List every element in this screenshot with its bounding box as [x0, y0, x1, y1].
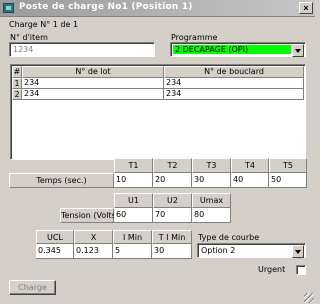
tension-umax-field[interactable]: 80	[192, 208, 231, 223]
temps-header-t4: T4	[231, 158, 269, 173]
tension-header-umax: Umax	[192, 193, 231, 208]
tension-label: Tension (Volts)	[60, 208, 119, 223]
tension-header-u2: U2	[153, 193, 192, 208]
temps-t1-field[interactable]: 10	[114, 173, 153, 188]
item-label: N° d'item	[10, 33, 48, 42]
chevron-down-icon	[295, 49, 301, 53]
charge-counter: Charge N° 1 de 1	[9, 20, 79, 29]
programme-select[interactable]: 2 DECAPAGE (OPI)	[170, 42, 306, 57]
temps-header-t5: T5	[269, 158, 307, 173]
row-number: 2	[12, 89, 22, 100]
params-x-field[interactable]: 0.123	[74, 244, 113, 259]
params-header-x: X	[74, 230, 113, 244]
app-icon	[3, 3, 14, 13]
params-ucl-field[interactable]: 0.345	[36, 244, 74, 259]
temps-t4-field[interactable]: 40	[231, 173, 269, 188]
programme-value: 2 DECAPAGE (OPI)	[175, 45, 249, 54]
temps-header-t1: T1	[114, 158, 153, 173]
params-header-timin: T I Min	[152, 230, 192, 244]
urgent-label: Urgent	[258, 265, 286, 274]
programme-dropdown-button[interactable]	[292, 44, 304, 57]
close-button[interactable]: ×	[299, 2, 313, 14]
temps-header-t2: T2	[153, 158, 192, 173]
lot-table[interactable]: # N° de lot N° de bouclard 1 234 234 2 2…	[10, 64, 306, 160]
charge-button[interactable]: Charge	[9, 280, 56, 295]
params-imin-field[interactable]: 5	[113, 244, 152, 259]
temps-t5-field[interactable]: 50	[269, 173, 307, 188]
lot-cell[interactable]: 234	[22, 78, 164, 89]
row-number: 1	[12, 78, 22, 89]
courbe-dropdown-button[interactable]	[292, 245, 304, 258]
lot-table-header-bouclard: N° de bouclard	[164, 66, 304, 78]
tension-u1-field[interactable]: 60	[114, 208, 153, 223]
window-title: Poste de charge No1 (Position 1)	[19, 2, 193, 12]
bouclard-cell[interactable]: 234	[164, 89, 304, 100]
courbe-value: Option 2	[201, 246, 236, 255]
lot-table-header-num: #	[12, 66, 22, 78]
temps-t3-field[interactable]: 30	[192, 173, 231, 188]
params-header-imin: I Min	[113, 230, 152, 244]
temps-t2-field[interactable]: 20	[153, 173, 192, 188]
title-bar[interactable]: Poste de charge No1 (Position 1) ×	[0, 0, 315, 17]
lot-table-header-lot: N° de lot	[22, 66, 164, 78]
params-timin-field[interactable]: 30	[152, 244, 192, 259]
tension-header-u1: U1	[114, 193, 153, 208]
chevron-down-icon	[295, 250, 301, 254]
lot-cell[interactable]: 234	[22, 89, 164, 100]
resize-grip-icon[interactable]	[304, 293, 314, 303]
temps-label: Temps (sec.)	[9, 173, 114, 188]
courbe-label: Type de courbe	[198, 233, 260, 242]
urgent-checkbox[interactable]	[296, 265, 306, 275]
item-value: 1234	[13, 45, 34, 54]
bouclard-cell[interactable]: 234	[164, 78, 304, 89]
params-header-ucl: UCL	[36, 230, 74, 244]
tension-u2-field[interactable]: 70	[153, 208, 192, 223]
temps-header-t3: T3	[192, 158, 231, 173]
item-field[interactable]: 1234	[9, 42, 155, 57]
programme-label: Programme	[171, 33, 218, 42]
courbe-select[interactable]: Option 2	[197, 243, 306, 258]
